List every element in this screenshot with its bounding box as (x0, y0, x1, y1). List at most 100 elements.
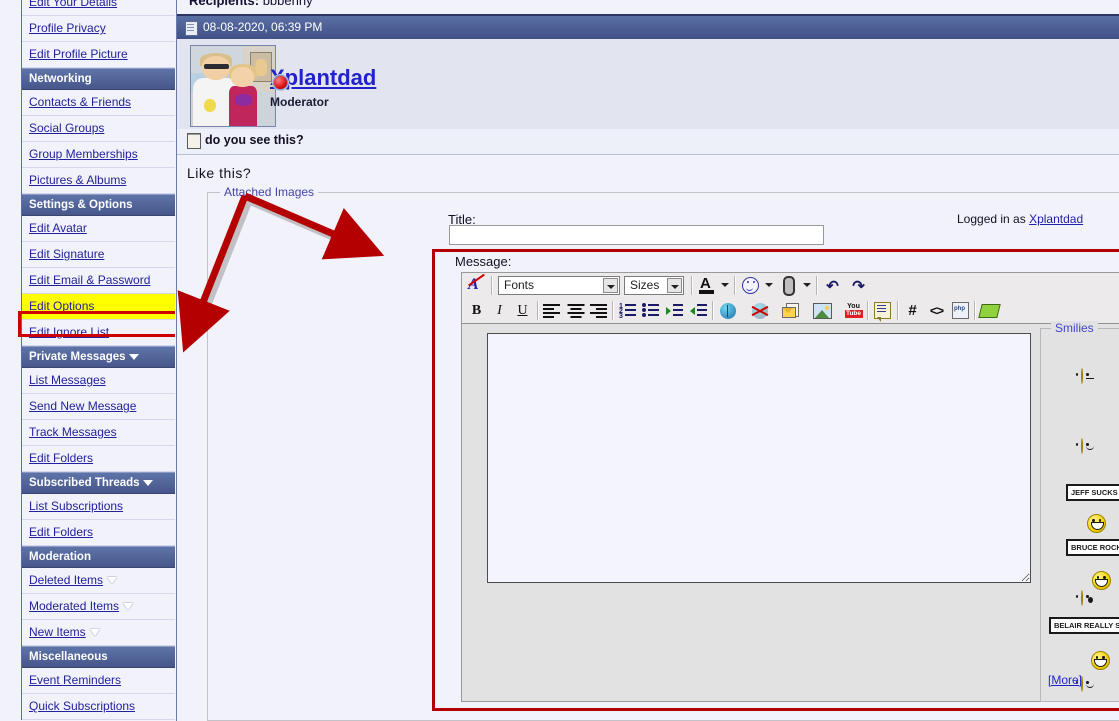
sidebar-item-label[interactable]: Send New Message (29, 399, 136, 413)
indent-icon[interactable] (688, 300, 709, 321)
sidebar-item-label[interactable]: Edit Folders (29, 525, 93, 539)
insert-link-icon[interactable] (717, 300, 738, 321)
title-input[interactable] (449, 225, 824, 245)
sidebar-item-edit-profile-picture[interactable]: Edit Profile Picture (22, 42, 175, 68)
sidebar-item-label[interactable]: Moderated Items (29, 599, 119, 613)
sidebar-item-label[interactable]: Edit Folders (29, 451, 93, 465)
smilie-chevron-down-icon[interactable] (765, 283, 773, 287)
attachment-chevron-down-icon[interactable] (803, 283, 811, 287)
font-color-chevron-down-icon[interactable] (721, 283, 729, 287)
sidebar-item-label[interactable]: Edit Options (29, 299, 94, 313)
sidebar-item-label[interactable]: Edit Email & Password (29, 273, 150, 287)
smilie-item[interactable]: BELAIR REALLY SUCKS (1049, 617, 1119, 670)
wrap-php-icon[interactable] (950, 300, 971, 321)
remove-link-icon[interactable] (749, 300, 770, 321)
sidebar-item-label[interactable]: Track Messages (29, 425, 117, 439)
italic-icon[interactable]: I (489, 300, 510, 321)
sidebar-item-label[interactable]: Deleted Items (29, 573, 103, 587)
sidebar-item-label[interactable]: Edit Avatar (29, 221, 87, 235)
sidebar-item-edit-avatar[interactable]: Edit Avatar (22, 216, 175, 242)
sidebar-item-contacts-friends[interactable]: Contacts & Friends (22, 90, 175, 116)
align-center-icon[interactable] (565, 300, 586, 321)
font-family-select[interactable]: Fonts (498, 276, 620, 295)
sidebar-item-label[interactable]: Quick Subscriptions (29, 699, 135, 713)
sidebar-item-quick-subscriptions[interactable]: Quick Subscriptions (22, 694, 175, 720)
sidebar-item-label[interactable]: List Subscriptions (29, 499, 123, 513)
align-left-icon[interactable] (541, 300, 562, 321)
smilie-item[interactable] (1075, 438, 1094, 454)
undo-icon[interactable]: ↶ (822, 275, 843, 296)
avatar[interactable] (190, 45, 276, 127)
chevron-down-icon[interactable] (128, 353, 139, 360)
sidebar-item-label[interactable]: New Items (29, 625, 86, 639)
sidebar-item-label[interactable]: Pictures & Albums (29, 173, 126, 187)
sidebar-item-social-groups[interactable]: Social Groups (22, 116, 175, 142)
sidebar-item-label[interactable]: Profile Privacy (29, 21, 106, 35)
chevron-down-icon[interactable] (107, 577, 118, 585)
chevron-down-icon[interactable] (89, 629, 100, 637)
sidebar-item-moderated-items[interactable]: Moderated Items (22, 594, 175, 620)
chevron-down-icon[interactable] (142, 479, 153, 486)
smilie-item[interactable] (1075, 368, 1094, 384)
font-size-select[interactable]: Sizes (624, 276, 684, 295)
logged-in-user-link[interactable]: Xplantdad (1029, 212, 1083, 226)
remove-formatting-icon[interactable] (466, 275, 487, 296)
sidebar-item-list-messages[interactable]: List Messages (22, 368, 175, 394)
sidebar-item-track-messages[interactable]: Track Messages (22, 420, 175, 446)
post-body: Xplantdad Moderator (177, 39, 1119, 129)
chevron-down-icon[interactable] (123, 603, 134, 611)
wrap-highlight-icon[interactable]: # (902, 300, 923, 321)
sidebar-item-label[interactable]: Social Groups (29, 121, 104, 135)
redo-icon[interactable]: ↷ (848, 275, 869, 296)
align-right-icon[interactable] (588, 300, 609, 321)
sidebar-item-label[interactable]: Edit Your Details (29, 0, 117, 9)
sidebar-item-label[interactable]: Edit Signature (29, 247, 104, 261)
underline-icon[interactable]: U (512, 300, 533, 321)
sidebar-item-new-items[interactable]: New Items (22, 620, 175, 646)
insert-email-icon[interactable] (780, 300, 801, 321)
attachment-icon[interactable] (778, 275, 799, 296)
smilies-legend: Smilies (1051, 321, 1098, 335)
bold-icon[interactable]: B (466, 300, 487, 321)
sidebar-section-private-messages[interactable]: Private Messages (22, 346, 175, 368)
smilie-item[interactable]: BRUCE ROCKS (1066, 539, 1119, 590)
ordered-list-icon[interactable]: 123 (617, 300, 638, 321)
sidebar-item-label[interactable]: Edit Ignore List (29, 325, 109, 339)
sidebar-section-subscribed-threads[interactable]: Subscribed Threads (22, 472, 175, 494)
wrap-code-icon[interactable]: <> (926, 300, 947, 321)
sidebar-item-label[interactable]: Event Reminders (29, 673, 121, 687)
wrap-quote-icon[interactable] (872, 300, 893, 322)
sidebar-item-edit-email-password[interactable]: Edit Email & Password (22, 268, 175, 294)
unordered-list-icon[interactable] (640, 300, 661, 321)
smilie-icon[interactable] (740, 275, 761, 296)
sidebar-item-list-subscriptions[interactable]: List Subscriptions (22, 494, 175, 520)
sidebar-item-edit-your-details[interactable]: Edit Your Details (22, 0, 175, 16)
smilies-more-link[interactable]: [More] (1048, 673, 1082, 687)
sidebar-section-label: Settings & Options (29, 199, 133, 211)
sidebar-item-deleted-items[interactable]: Deleted Items (22, 568, 175, 594)
insert-video-icon[interactable] (978, 300, 1001, 321)
smilie-item[interactable]: JEFF SUCKS (1066, 484, 1119, 533)
sidebar-item-profile-privacy[interactable]: Profile Privacy (22, 16, 175, 42)
message-textarea[interactable] (487, 333, 1031, 583)
sidebar-item-edit-ignore-list[interactable]: Edit Ignore List (22, 320, 175, 346)
sidebar-item-label[interactable]: Group Memberships (29, 147, 138, 161)
sidebar-item-edit-folders[interactable]: Edit Folders (22, 446, 175, 472)
sidebar-item-edit-signature[interactable]: Edit Signature (22, 242, 175, 268)
insert-image-icon[interactable] (812, 300, 833, 321)
outdent-icon[interactable] (664, 300, 685, 321)
sidebar-item-pictures-albums[interactable]: Pictures & Albums (22, 168, 175, 194)
sidebar-item-group-memberships[interactable]: Group Memberships (22, 142, 175, 168)
sidebar-item-event-reminders[interactable]: Event Reminders (22, 668, 175, 694)
sidebar-item-label[interactable]: Contacts & Friends (29, 95, 131, 109)
sidebar-item-edit-options[interactable]: Edit Options (22, 294, 175, 320)
sidebar-item-label[interactable]: List Messages (29, 373, 106, 387)
font-color-icon[interactable] (696, 275, 717, 296)
smilie-item[interactable] (1075, 590, 1093, 606)
sidebar-item-send-new-message[interactable]: Send New Message (22, 394, 175, 420)
sidebar-item-edit-folders[interactable]: Edit Folders (22, 520, 175, 546)
insert-youtube-icon[interactable]: You Tube (843, 300, 864, 321)
sidebar-item-label[interactable]: Edit Profile Picture (29, 47, 128, 61)
font-size-value: Sizes (630, 278, 660, 292)
sidebar-section-moderation: Moderation (22, 546, 175, 568)
